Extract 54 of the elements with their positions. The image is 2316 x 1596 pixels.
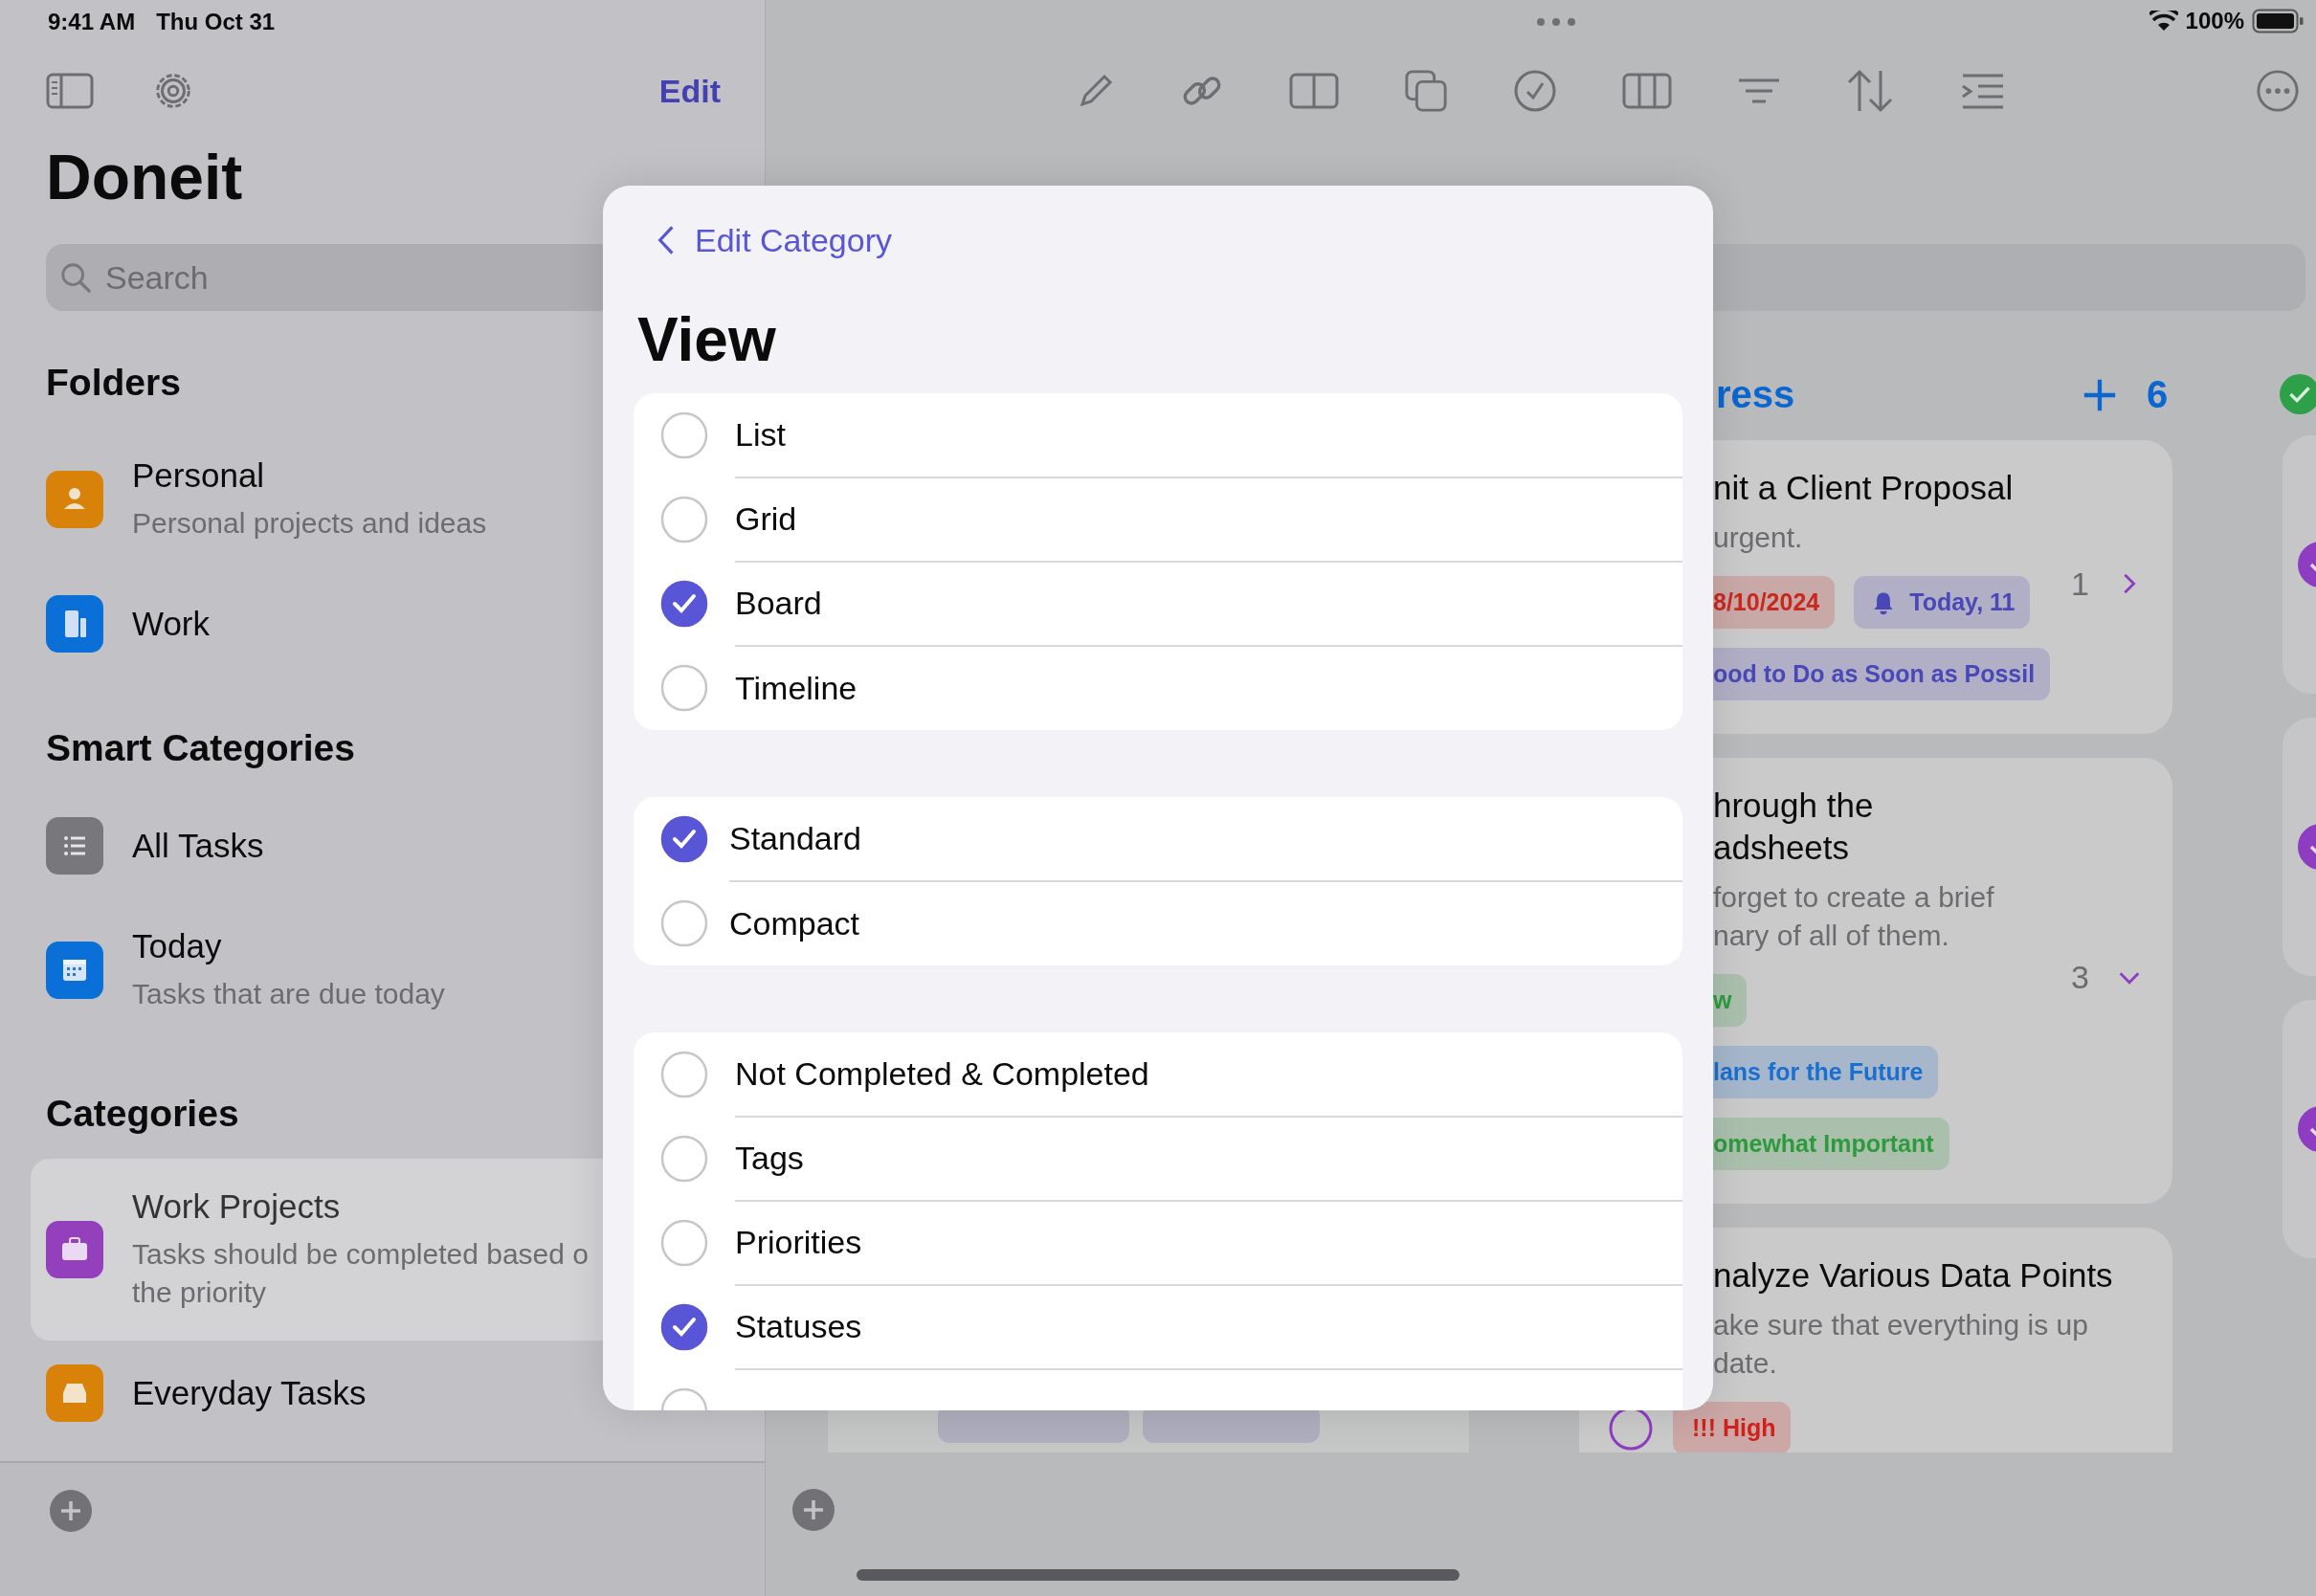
- item-title: Work: [132, 605, 211, 643]
- battery-percent: 100%: [2185, 8, 2244, 34]
- filter-icon[interactable]: [1737, 77, 1781, 105]
- item-title: Everyday Tasks: [132, 1374, 367, 1412]
- back-chevron-icon: [657, 224, 676, 256]
- task-title: nit a Client Proposal: [1713, 468, 2015, 508]
- item-title: Work Projects: [132, 1187, 342, 1226]
- radio-button[interactable]: [660, 815, 708, 863]
- multitasking-icon[interactable]: [1534, 16, 1577, 27]
- copy-icon[interactable]: [1404, 69, 1448, 113]
- task-note: urgent.: [1713, 521, 1804, 555]
- column-title: ress: [1716, 373, 1796, 416]
- item-title: Today: [132, 927, 223, 965]
- radio-button[interactable]: [660, 496, 708, 543]
- status-date: Thu Oct 31: [156, 8, 276, 35]
- item-subtitle: Tasks should be completed based o the priority: [132, 1237, 590, 1310]
- status-time: 9:41 AM: [48, 8, 136, 35]
- radio-button[interactable]: [660, 899, 708, 947]
- split-view-icon[interactable]: [1289, 72, 1339, 110]
- checkmark-circle-icon[interactable]: [1513, 69, 1557, 113]
- task-title: nalyze Various Data Points: [1713, 1255, 2114, 1296]
- radio-button[interactable]: [660, 664, 708, 712]
- radio-button[interactable]: [660, 1303, 708, 1351]
- battery-icon: [2252, 9, 2304, 33]
- subtask-count: 1: [2071, 565, 2089, 603]
- radio-button[interactable]: [660, 411, 708, 459]
- sort-icon[interactable]: [1846, 69, 1894, 113]
- radio-button[interactable]: [660, 1051, 708, 1098]
- wifi-icon: [2149, 11, 2178, 32]
- search-icon: [59, 261, 92, 294]
- reminder-tag: Today, 11: [1854, 576, 2031, 629]
- edit-button[interactable]: Edit: [658, 72, 721, 110]
- item-title: Personal: [132, 456, 266, 495]
- tag-chip: !!! High: [1673, 1402, 1792, 1452]
- columns-icon[interactable]: [1622, 72, 1672, 110]
- section-header: Categories: [46, 1093, 239, 1135]
- add-icon[interactable]: [792, 1489, 835, 1531]
- subtask-count: 3: [2071, 959, 2089, 996]
- section-header: Smart Categories: [46, 727, 355, 769]
- item-title: All Tasks: [132, 827, 264, 865]
- column-count: 6: [2147, 373, 2169, 416]
- item-subtitle: Personal projects and ideas: [132, 506, 488, 541]
- more-icon[interactable]: [2256, 69, 2300, 113]
- add-icon[interactable]: [50, 1490, 92, 1532]
- radio-button[interactable]: [660, 1135, 708, 1183]
- radio-button[interactable]: [660, 580, 708, 628]
- sidebar-toggle-icon[interactable]: [46, 72, 94, 110]
- task-note: ake sure that everything is up date.: [1713, 1308, 2089, 1381]
- task-title: hrough the adsheets: [1713, 786, 1875, 868]
- item-subtitle: Tasks that are due today: [132, 977, 446, 1011]
- section-header: Folders: [46, 362, 181, 404]
- app-title: Doneit: [46, 141, 244, 214]
- task-note: forget to create a brief nary of all of them.: [1713, 880, 1995, 953]
- radio-button[interactable]: [660, 1219, 708, 1267]
